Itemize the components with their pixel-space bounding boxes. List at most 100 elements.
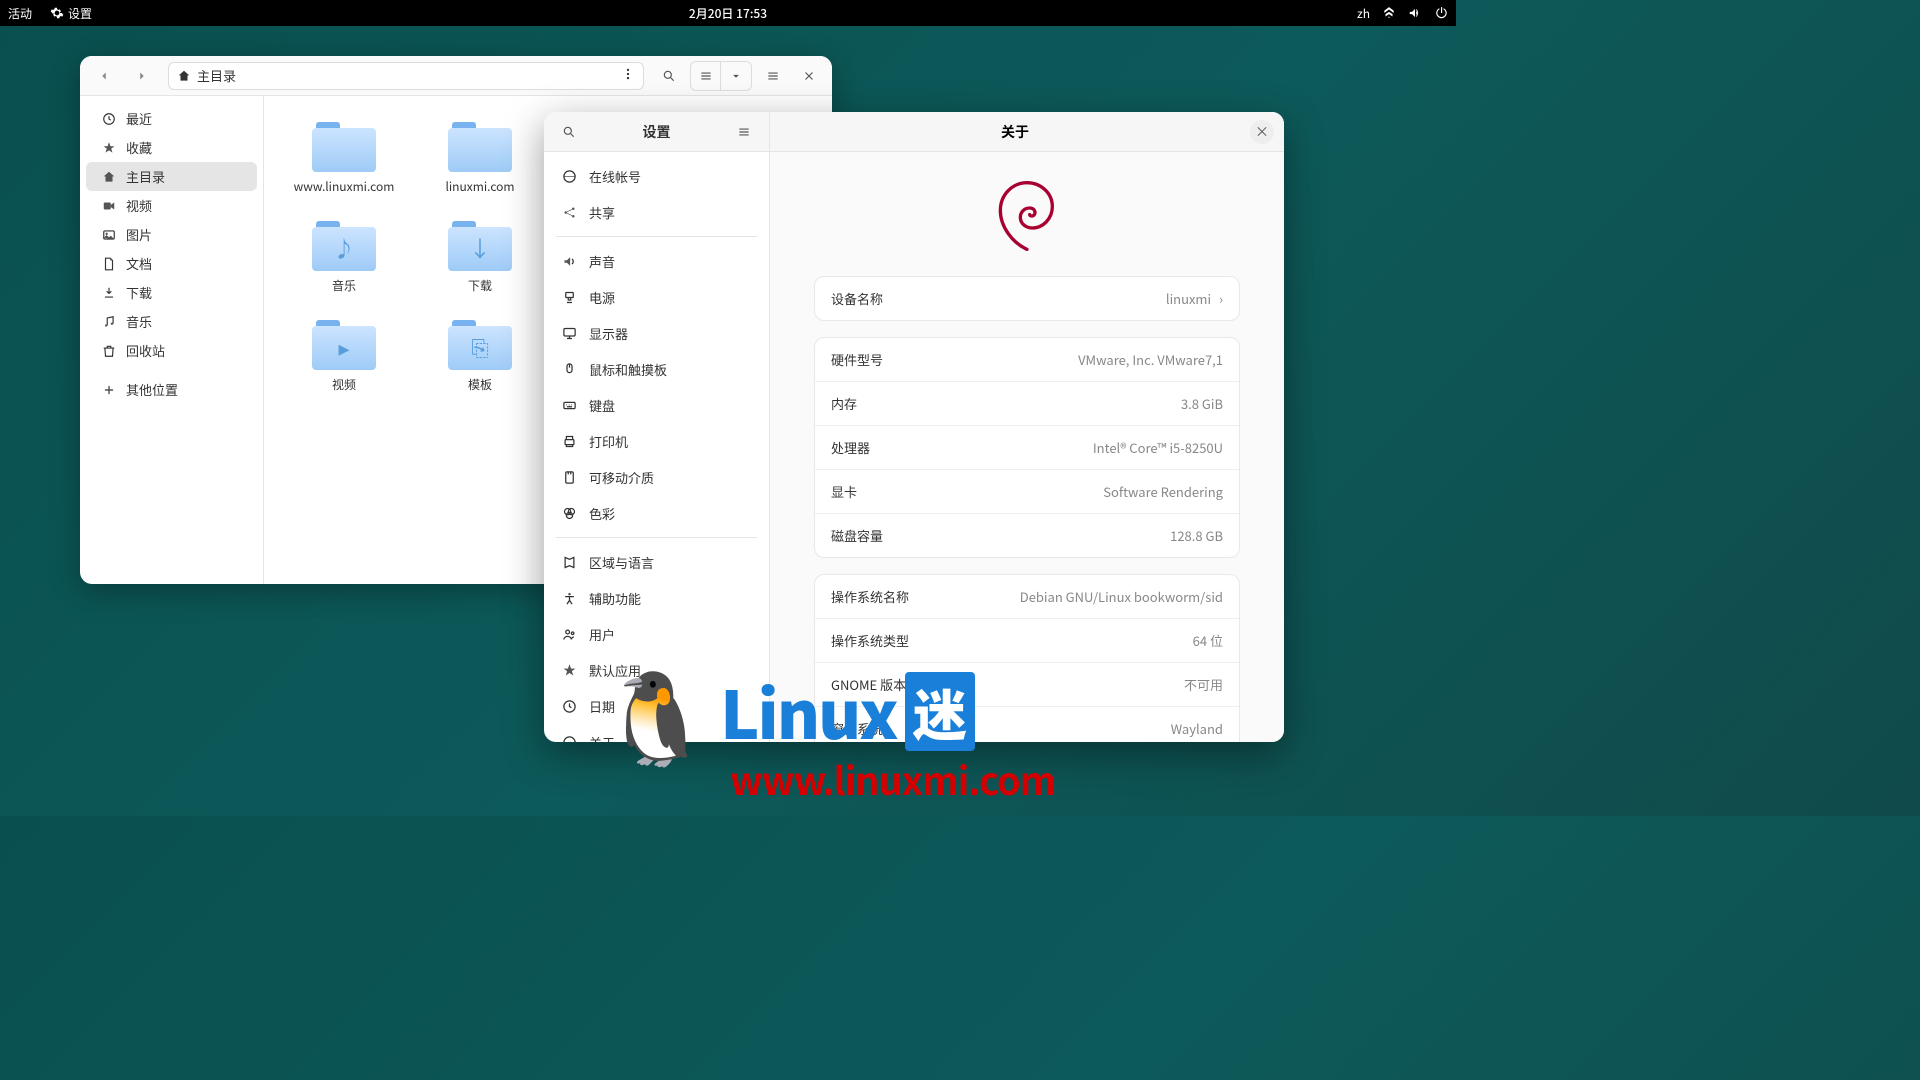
view-dropdown-button[interactable] [721,62,751,90]
clock[interactable]: 2月20日 17:53 [689,5,767,22]
path-bar[interactable]: 主目录 [168,62,644,90]
home-icon [102,170,116,184]
sidebar-item-star[interactable]: 收藏 [86,133,257,162]
device-name-row[interactable]: 设备名称 linuxmi › [815,277,1239,320]
info-value: 128.8 GB [1170,526,1223,545]
volume-icon[interactable] [1408,6,1422,20]
settings-nav-share[interactable]: 共享 [544,194,769,230]
settings-nav-label: 电源 [589,288,615,307]
about-icon [562,735,577,743]
info-value: Debian GNU/Linux bookworm/sid [1020,587,1223,606]
close-button[interactable] [794,62,824,90]
sidebar-item-label: 其他位置 [126,380,178,399]
files-sidebar: 最近收藏主目录视频图片文档下载音乐回收站其他位置 [80,96,264,584]
music-icon [102,315,116,329]
sidebar-item-home[interactable]: 主目录 [86,162,257,191]
settings-nav-display[interactable]: 显示器 [544,315,769,351]
sidebar-item-label: 音乐 [126,312,152,331]
info-value: 64 位 [1193,631,1223,650]
settings-nav-online[interactable]: 在线帐号 [544,158,769,194]
settings-nav-power[interactable]: 电源 [544,279,769,315]
settings-nav-a11y[interactable]: 辅助功能 [544,580,769,616]
list-view-button[interactable] [691,62,721,90]
info-row: 硬件型号VMware, Inc. VMware7,1 [815,338,1239,382]
plus-icon [102,383,116,397]
doc-icon [102,257,116,271]
settings-menu-button[interactable] [729,118,759,146]
hamburger-button[interactable] [758,62,788,90]
folder-item[interactable]: ⎘模板 [420,318,540,393]
sidebar-item-music[interactable]: 音乐 [86,307,257,336]
sidebar-item-label: 主目录 [126,167,165,186]
info-row: 显卡Software Rendering [815,470,1239,514]
app-menu[interactable]: 设置 [50,5,92,22]
home-icon [177,69,191,83]
settings-close-button[interactable]: × [1250,120,1274,144]
info-label: 内存 [831,394,857,413]
clock-icon [102,112,116,126]
activities-button[interactable]: 活动 [8,5,32,22]
settings-nav-region[interactable]: 区域与语言 [544,544,769,580]
power-icon[interactable] [1434,6,1448,20]
defaultapp-icon [562,663,577,678]
settings-nav-printer[interactable]: 打印机 [544,423,769,459]
sidebar-item-label: 收藏 [126,138,152,157]
sidebar-item-trash[interactable]: 回收站 [86,336,257,365]
sidebar-item-download[interactable]: 下载 [86,278,257,307]
info-label: 操作系统名称 [831,587,909,606]
info-row: 内存3.8 GiB [815,382,1239,426]
sidebar-item-label: 最近 [126,109,152,128]
folder-item[interactable]: ▸视频 [284,318,404,393]
power-icon [562,290,577,305]
settings-nav-removable[interactable]: 可移动介质 [544,459,769,495]
file-label: 下载 [468,277,492,294]
search-button[interactable] [654,62,684,90]
mouse-icon [562,362,577,377]
forward-button[interactable] [126,62,158,90]
file-label: 视频 [332,376,356,393]
info-label: 处理器 [831,438,870,457]
sidebar-item-clock[interactable]: 最近 [86,104,257,133]
sidebar-item-label: 文档 [126,254,152,273]
debian-logo [992,176,1062,256]
settings-nav-label: 鼠标和触摸板 [589,360,667,379]
settings-nav-label: 在线帐号 [589,167,641,186]
folder-item[interactable]: ↓ 下载 [420,219,540,294]
info-value: Intel® Core™ i5-8250U [1093,438,1223,457]
back-button[interactable] [88,62,120,90]
settings-search-button[interactable] [554,118,584,146]
keyboard-icon [562,398,577,413]
settings-nav-mouse[interactable]: 鼠标和触摸板 [544,351,769,387]
settings-nav-label: 显示器 [589,324,628,343]
folder-icon [448,120,512,172]
sidebar-item-doc[interactable]: 文档 [86,249,257,278]
settings-sidebar-title: 设置 [584,122,729,142]
info-label: 操作系统类型 [831,631,909,650]
folder-item[interactable]: linuxmi.com [420,120,540,195]
device-name-card: 设备名称 linuxmi › [814,276,1240,321]
more-icon[interactable] [621,67,635,81]
folder-icon [312,120,376,172]
folder-item[interactable]: www.linuxmi.com [284,120,404,195]
folder-icon: ♪ [312,219,376,271]
folder-icon: ↓ [448,219,512,271]
settings-nav-color[interactable]: 色彩 [544,495,769,531]
network-icon[interactable] [1382,6,1396,20]
sidebar-item-image[interactable]: 图片 [86,220,257,249]
star-icon [102,141,116,155]
input-method[interactable]: zh [1357,5,1370,22]
removable-icon [562,470,577,485]
folder-item[interactable]: ♪音乐 [284,219,404,294]
file-label: linuxmi.com [445,178,514,195]
datetime-icon [562,699,577,714]
info-label: 显卡 [831,482,857,501]
settings-nav-sound[interactable]: 声音 [544,243,769,279]
sidebar-item-plus[interactable]: 其他位置 [86,375,257,404]
settings-main-title: 关于 [780,122,1250,142]
users-icon [562,627,577,642]
settings-nav-label: 共享 [589,203,615,222]
settings-nav-label: 辅助功能 [589,589,641,608]
info-row: 操作系统名称 Debian GNU/Linux bookworm/sid [815,575,1239,619]
settings-nav-keyboard[interactable]: 键盘 [544,387,769,423]
sidebar-item-video[interactable]: 视频 [86,191,257,220]
